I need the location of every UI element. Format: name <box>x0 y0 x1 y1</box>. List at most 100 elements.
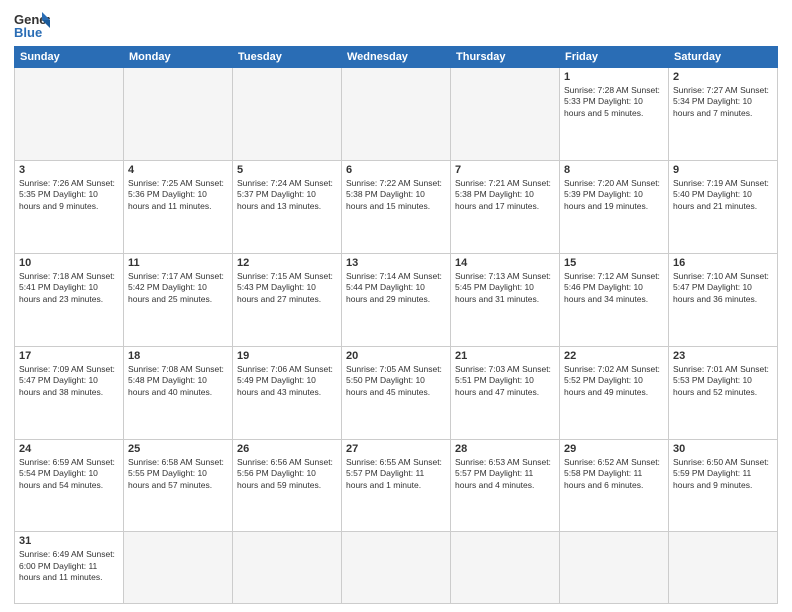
day-number: 1 <box>564 71 664 83</box>
calendar-day-cell <box>342 532 451 604</box>
col-header-saturday: Saturday <box>669 47 778 68</box>
day-info: Sunrise: 7:27 AM Sunset: 5:34 PM Dayligh… <box>673 85 773 119</box>
calendar-day-cell: 14 Sunrise: 7:13 AM Sunset: 5:45 PM Dayli… <box>451 253 560 346</box>
calendar-day-cell: 31 Sunrise: 6:49 AM Sunset: 6:00 PM Dayli… <box>15 532 124 604</box>
day-number: 27 <box>346 443 446 455</box>
day-number: 6 <box>346 164 446 176</box>
day-number: 4 <box>128 164 228 176</box>
day-info: Sunrise: 7:14 AM Sunset: 5:44 PM Dayligh… <box>346 271 446 305</box>
day-info: Sunrise: 6:56 AM Sunset: 5:56 PM Dayligh… <box>237 457 337 491</box>
calendar-day-cell: 15 Sunrise: 7:12 AM Sunset: 5:46 PM Dayli… <box>560 253 669 346</box>
calendar-table: SundayMondayTuesdayWednesdayThursdayFrid… <box>14 46 778 604</box>
day-number: 8 <box>564 164 664 176</box>
day-number: 23 <box>673 350 773 362</box>
calendar-header-row: SundayMondayTuesdayWednesdayThursdayFrid… <box>15 47 778 68</box>
calendar-day-cell: 30Sunrise: 6:50 AM Sunset: 5:59 PM Dayli… <box>669 439 778 532</box>
col-header-friday: Friday <box>560 47 669 68</box>
day-number: 11 <box>128 257 228 269</box>
day-number: 16 <box>673 257 773 269</box>
calendar-day-cell: 21Sunrise: 7:03 AM Sunset: 5:51 PM Dayli… <box>451 346 560 439</box>
calendar-week-row: 10 Sunrise: 7:18 AM Sunset: 5:41 PM Dayli… <box>15 253 778 346</box>
day-number: 17 <box>19 350 119 362</box>
calendar-page: General Blue SundayMondayTuesdayWednesda… <box>0 0 792 612</box>
day-info: Sunrise: 7:20 AM Sunset: 5:39 PM Dayligh… <box>564 178 664 212</box>
day-number: 2 <box>673 71 773 83</box>
calendar-day-cell <box>342 68 451 161</box>
calendar-day-cell: 5 Sunrise: 7:24 AM Sunset: 5:37 PM Daylig… <box>233 160 342 253</box>
calendar-day-cell: 26Sunrise: 6:56 AM Sunset: 5:56 PM Dayli… <box>233 439 342 532</box>
calendar-week-row: 31 Sunrise: 6:49 AM Sunset: 6:00 PM Dayli… <box>15 532 778 604</box>
calendar-day-cell: 20 Sunrise: 7:05 AM Sunset: 5:50 PM Dayli… <box>342 346 451 439</box>
calendar-day-cell: 25Sunrise: 6:58 AM Sunset: 5:55 PM Dayli… <box>124 439 233 532</box>
calendar-day-cell: 9 Sunrise: 7:19 AM Sunset: 5:40 PM Daylig… <box>669 160 778 253</box>
calendar-week-row: 24 Sunrise: 6:59 AM Sunset: 5:54 PM Dayli… <box>15 439 778 532</box>
day-number: 13 <box>346 257 446 269</box>
day-info: Sunrise: 6:59 AM Sunset: 5:54 PM Dayligh… <box>19 457 119 491</box>
day-info: Sunrise: 7:19 AM Sunset: 5:40 PM Dayligh… <box>673 178 773 212</box>
calendar-day-cell <box>15 68 124 161</box>
calendar-day-cell: 8 Sunrise: 7:20 AM Sunset: 5:39 PM Daylig… <box>560 160 669 253</box>
calendar-day-cell: 10 Sunrise: 7:18 AM Sunset: 5:41 PM Dayli… <box>15 253 124 346</box>
calendar-day-cell: 11 Sunrise: 7:17 AM Sunset: 5:42 PM Dayli… <box>124 253 233 346</box>
day-info: Sunrise: 6:49 AM Sunset: 6:00 PM Dayligh… <box>19 549 119 583</box>
day-info: Sunrise: 7:18 AM Sunset: 5:41 PM Dayligh… <box>19 271 119 305</box>
day-info: Sunrise: 7:06 AM Sunset: 5:49 PM Dayligh… <box>237 364 337 398</box>
col-header-thursday: Thursday <box>451 47 560 68</box>
header: General Blue <box>14 10 778 40</box>
day-number: 29 <box>564 443 664 455</box>
day-info: Sunrise: 7:26 AM Sunset: 5:35 PM Dayligh… <box>19 178 119 212</box>
day-info: Sunrise: 7:01 AM Sunset: 5:53 PM Dayligh… <box>673 364 773 398</box>
calendar-day-cell <box>451 68 560 161</box>
day-number: 12 <box>237 257 337 269</box>
calendar-day-cell: 17 Sunrise: 7:09 AM Sunset: 5:47 PM Dayli… <box>15 346 124 439</box>
day-info: Sunrise: 7:28 AM Sunset: 5:33 PM Dayligh… <box>564 85 664 119</box>
calendar-day-cell: 16Sunrise: 7:10 AM Sunset: 5:47 PM Dayli… <box>669 253 778 346</box>
calendar-week-row: 17 Sunrise: 7:09 AM Sunset: 5:47 PM Dayli… <box>15 346 778 439</box>
day-info: Sunrise: 6:58 AM Sunset: 5:55 PM Dayligh… <box>128 457 228 491</box>
col-header-tuesday: Tuesday <box>233 47 342 68</box>
day-number: 30 <box>673 443 773 455</box>
day-number: 5 <box>237 164 337 176</box>
day-number: 24 <box>19 443 119 455</box>
calendar-day-cell <box>233 532 342 604</box>
day-number: 19 <box>237 350 337 362</box>
day-info: Sunrise: 7:24 AM Sunset: 5:37 PM Dayligh… <box>237 178 337 212</box>
calendar-day-cell <box>560 532 669 604</box>
day-number: 9 <box>673 164 773 176</box>
day-info: Sunrise: 7:12 AM Sunset: 5:46 PM Dayligh… <box>564 271 664 305</box>
day-info: Sunrise: 7:15 AM Sunset: 5:43 PM Dayligh… <box>237 271 337 305</box>
day-info: Sunrise: 7:25 AM Sunset: 5:36 PM Dayligh… <box>128 178 228 212</box>
day-number: 10 <box>19 257 119 269</box>
logo-icon: General Blue <box>14 10 50 40</box>
day-number: 20 <box>346 350 446 362</box>
day-info: Sunrise: 7:13 AM Sunset: 5:45 PM Dayligh… <box>455 271 555 305</box>
day-info: Sunrise: 7:02 AM Sunset: 5:52 PM Dayligh… <box>564 364 664 398</box>
day-number: 14 <box>455 257 555 269</box>
day-number: 22 <box>564 350 664 362</box>
day-number: 18 <box>128 350 228 362</box>
calendar-day-cell <box>669 532 778 604</box>
col-header-monday: Monday <box>124 47 233 68</box>
day-number: 3 <box>19 164 119 176</box>
calendar-day-cell <box>124 68 233 161</box>
day-info: Sunrise: 6:52 AM Sunset: 5:58 PM Dayligh… <box>564 457 664 491</box>
calendar-day-cell: 12 Sunrise: 7:15 AM Sunset: 5:43 PM Dayli… <box>233 253 342 346</box>
calendar-day-cell <box>451 532 560 604</box>
calendar-day-cell: 19 Sunrise: 7:06 AM Sunset: 5:49 PM Dayli… <box>233 346 342 439</box>
day-info: Sunrise: 6:55 AM Sunset: 5:57 PM Dayligh… <box>346 457 446 491</box>
calendar-day-cell: 13 Sunrise: 7:14 AM Sunset: 5:44 PM Dayli… <box>342 253 451 346</box>
calendar-day-cell: 6Sunrise: 7:22 AM Sunset: 5:38 PM Daylig… <box>342 160 451 253</box>
calendar-day-cell: 4 Sunrise: 7:25 AM Sunset: 5:36 PM Daylig… <box>124 160 233 253</box>
calendar-day-cell: 24 Sunrise: 6:59 AM Sunset: 5:54 PM Dayli… <box>15 439 124 532</box>
day-number: 31 <box>19 535 119 547</box>
day-info: Sunrise: 7:17 AM Sunset: 5:42 PM Dayligh… <box>128 271 228 305</box>
day-info: Sunrise: 7:08 AM Sunset: 5:48 PM Dayligh… <box>128 364 228 398</box>
day-number: 28 <box>455 443 555 455</box>
day-number: 7 <box>455 164 555 176</box>
day-info: Sunrise: 7:09 AM Sunset: 5:47 PM Dayligh… <box>19 364 119 398</box>
calendar-day-cell <box>124 532 233 604</box>
day-info: Sunrise: 7:05 AM Sunset: 5:50 PM Dayligh… <box>346 364 446 398</box>
day-number: 15 <box>564 257 664 269</box>
calendar-day-cell: 3 Sunrise: 7:26 AM Sunset: 5:35 PM Daylig… <box>15 160 124 253</box>
logo: General Blue <box>14 10 50 40</box>
